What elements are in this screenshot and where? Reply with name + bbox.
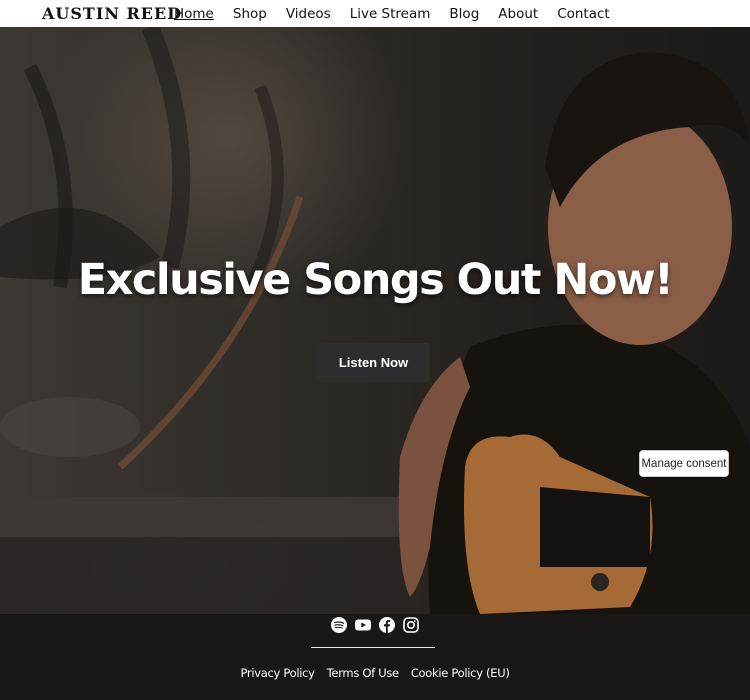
- spotify-icon[interactable]: [331, 617, 347, 633]
- nav-item-videos[interactable]: Videos: [286, 6, 331, 22]
- site-logo[interactable]: AUSTIN REED: [42, 4, 181, 23]
- nav-item-contact[interactable]: Contact: [557, 6, 610, 22]
- privacy-policy-link[interactable]: Privacy Policy: [240, 666, 314, 680]
- nav-item-shop[interactable]: Shop: [233, 6, 267, 22]
- youtube-icon[interactable]: [355, 617, 371, 633]
- cookie-policy-link[interactable]: Cookie Policy (EU): [411, 666, 510, 680]
- manage-consent-button[interactable]: Manage consent: [639, 450, 729, 477]
- footer-divider: [311, 647, 435, 648]
- instagram-icon[interactable]: [403, 617, 419, 633]
- hero-title: Exclusive Songs Out Now!: [77, 255, 674, 305]
- nav-item-home[interactable]: Home: [174, 6, 214, 22]
- nav-item-live-stream[interactable]: Live Stream: [350, 6, 431, 22]
- hero-section: Exclusive Songs Out Now! Listen Now: [0, 27, 750, 614]
- social-links: [0, 617, 750, 633]
- site-header: AUSTIN REED Home Shop Videos Live Stream…: [0, 0, 750, 27]
- footer-links: Privacy Policy Terms Of Use Cookie Polic…: [0, 666, 750, 680]
- facebook-icon[interactable]: [379, 617, 395, 633]
- hero-background-image: [0, 27, 750, 614]
- nav-item-blog[interactable]: Blog: [449, 6, 479, 22]
- main-nav: Home Shop Videos Live Stream Blog About …: [174, 6, 629, 22]
- listen-now-button[interactable]: Listen Now: [317, 343, 430, 382]
- nav-item-about[interactable]: About: [498, 6, 538, 22]
- terms-of-use-link[interactable]: Terms Of Use: [327, 666, 399, 680]
